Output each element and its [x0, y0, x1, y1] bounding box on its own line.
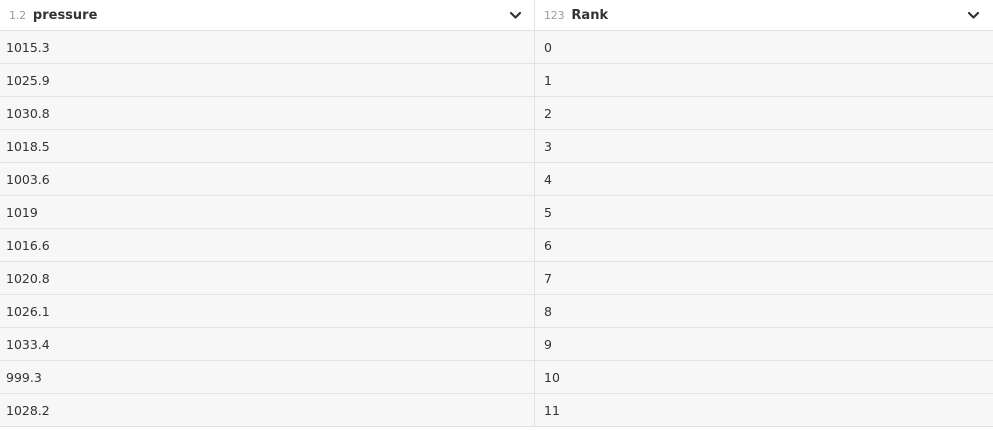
table-row[interactable]: 999.3 10 — [0, 361, 993, 394]
table-row[interactable]: 1019 5 — [0, 196, 993, 229]
chevron-down-icon[interactable] — [967, 9, 980, 22]
rank-cell[interactable]: 9 — [535, 328, 993, 360]
decimal-type-badge: 1.2 — [9, 8, 26, 22]
rank-cell[interactable]: 10 — [535, 361, 993, 393]
table-row[interactable]: 1033.4 9 — [0, 328, 993, 361]
table-row[interactable]: 1026.1 8 — [0, 295, 993, 328]
column-header-pressure[interactable]: 1.2 pressure — [0, 0, 535, 30]
pressure-cell[interactable]: 1016.6 — [0, 229, 534, 261]
column-name: Rank — [571, 7, 609, 23]
data-grid: 1.2 pressure 123 Rank 1015.3 0 1025.9 1 … — [0, 0, 993, 430]
table-row[interactable]: 1015.3 0 — [0, 31, 993, 64]
table-row[interactable]: 1020.8 7 — [0, 262, 993, 295]
column-name: pressure — [32, 7, 98, 23]
table-row[interactable]: 1025.9 1 — [0, 64, 993, 97]
table-row[interactable]: 1003.6 4 — [0, 163, 993, 196]
pressure-cell[interactable]: 1020.8 — [0, 262, 534, 294]
table-row[interactable]: 1018.5 3 — [0, 130, 993, 163]
pressure-cell[interactable]: 1026.1 — [0, 295, 534, 327]
pressure-cell[interactable]: 1015.3 — [0, 31, 534, 63]
rank-cell[interactable]: 2 — [535, 97, 993, 129]
pressure-cell[interactable]: 1030.8 — [0, 97, 534, 129]
rank-cell[interactable]: 6 — [535, 229, 993, 261]
rank-cell[interactable]: 8 — [535, 295, 993, 327]
rank-cell[interactable]: 11 — [535, 394, 993, 426]
rank-cell[interactable]: 1 — [535, 64, 993, 96]
pressure-cell[interactable]: 1018.5 — [0, 130, 534, 162]
table-row[interactable]: 1030.8 2 — [0, 97, 993, 130]
pressure-cell[interactable]: 999.3 — [0, 361, 534, 393]
pressure-cell[interactable]: 1033.4 — [0, 328, 534, 360]
rank-cell[interactable]: 3 — [535, 130, 993, 162]
rank-cell[interactable]: 0 — [535, 31, 993, 63]
pressure-cell[interactable]: 1028.2 — [0, 394, 534, 426]
table-row[interactable]: 1016.6 6 — [0, 229, 993, 262]
chevron-down-icon[interactable] — [509, 9, 522, 22]
pressure-cell[interactable]: 1003.6 — [0, 163, 534, 195]
column-header-rank[interactable]: 123 Rank — [535, 0, 993, 30]
pressure-cell[interactable]: 1019 — [0, 196, 534, 228]
grid-header: 1.2 pressure 123 Rank — [0, 0, 993, 31]
rank-cell[interactable]: 4 — [535, 163, 993, 195]
integer-type-badge: 123 — [544, 8, 565, 22]
grid-body: 1015.3 0 1025.9 1 1030.8 2 1018.5 3 1003… — [0, 31, 993, 427]
pressure-cell[interactable]: 1025.9 — [0, 64, 534, 96]
table-row[interactable]: 1028.2 11 — [0, 394, 993, 427]
rank-cell[interactable]: 7 — [535, 262, 993, 294]
rank-cell[interactable]: 5 — [535, 196, 993, 228]
